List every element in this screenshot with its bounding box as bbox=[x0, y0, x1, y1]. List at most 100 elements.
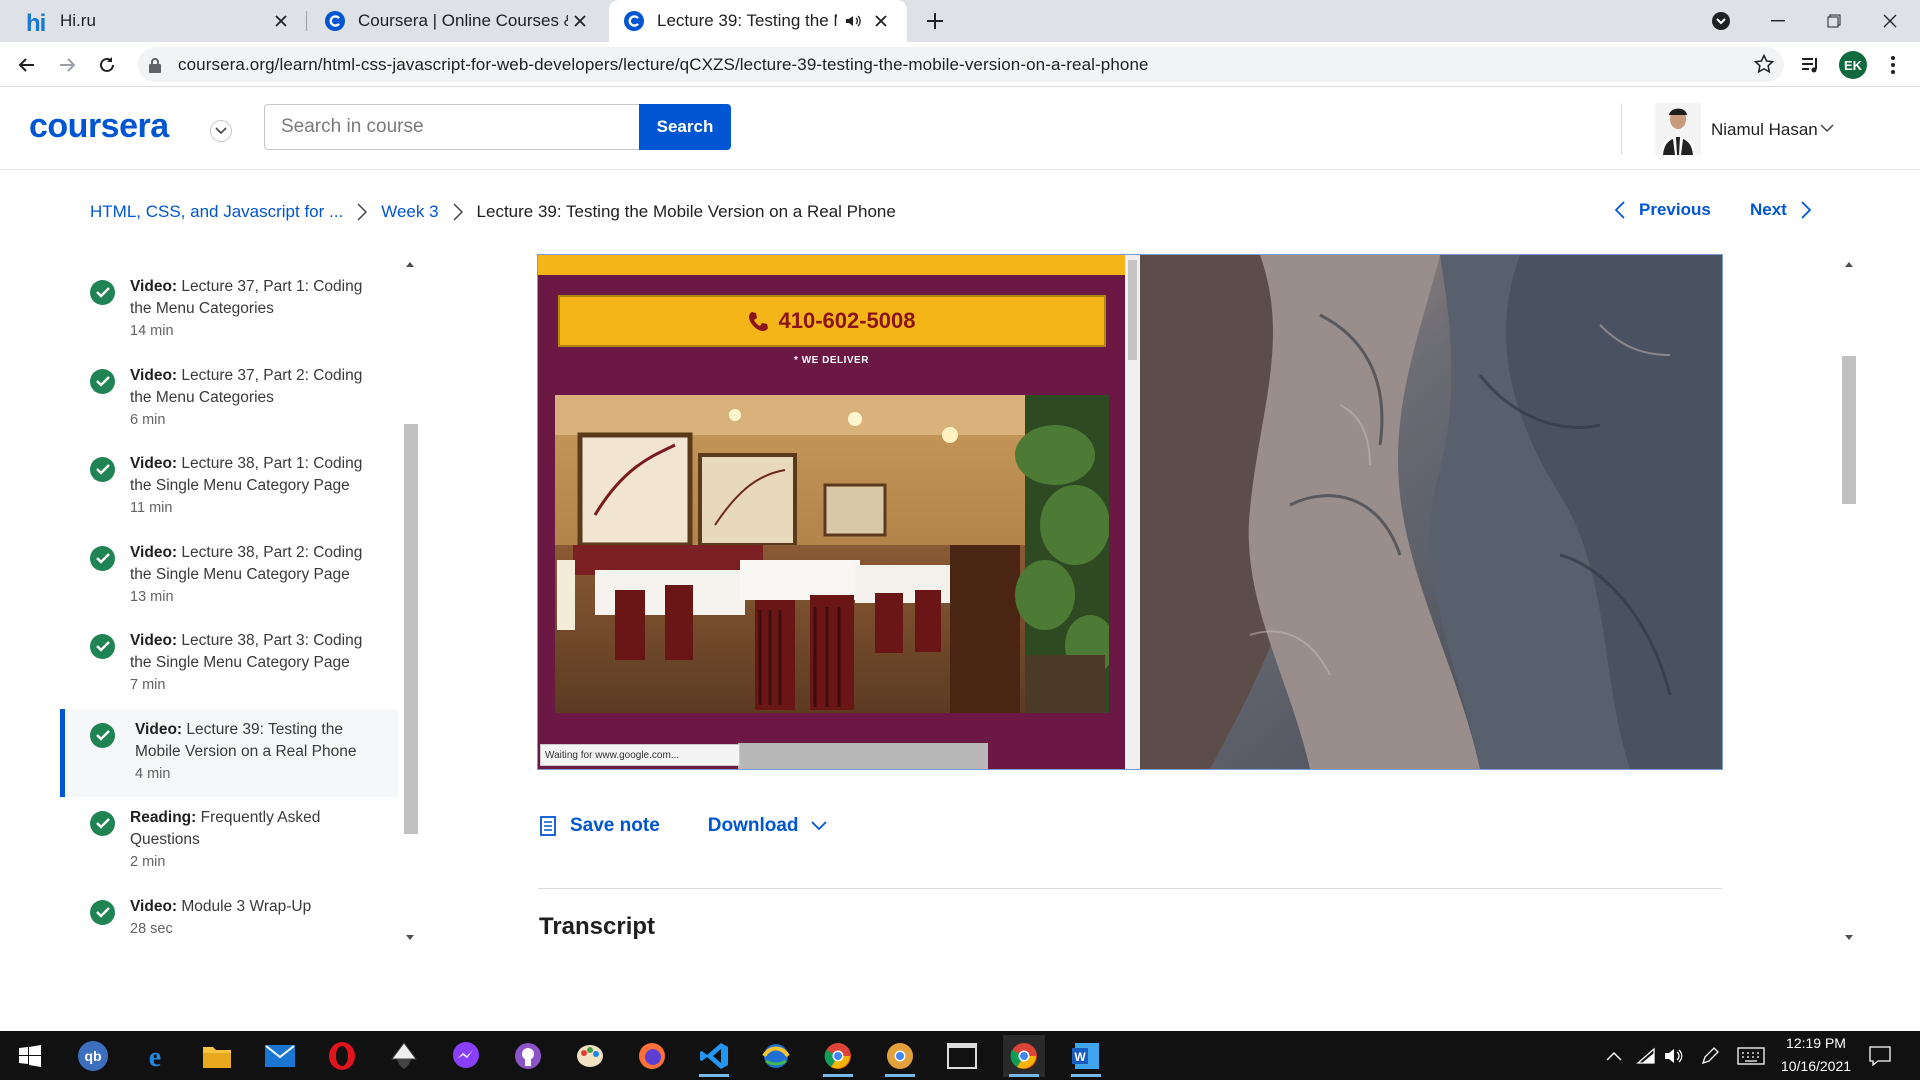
browser-menu-icon[interactable] bbox=[1878, 50, 1908, 80]
search-button[interactable]: Search bbox=[639, 104, 731, 150]
mail-icon[interactable] bbox=[259, 1035, 301, 1077]
previous-label: Previous bbox=[1639, 200, 1711, 219]
divider bbox=[538, 888, 1722, 889]
sidebar-item-lecture-38-part-2[interactable]: Video: Lecture 38, Part 2: Coding the Si… bbox=[60, 542, 398, 605]
breadcrumb: HTML, CSS, and Javascript for ... Week 3… bbox=[90, 200, 896, 224]
sidebar-scrollbar-thumb[interactable] bbox=[404, 424, 418, 834]
file-explorer-icon[interactable] bbox=[196, 1035, 238, 1077]
media-control-icon[interactable] bbox=[1796, 50, 1826, 80]
chevron-down-icon[interactable] bbox=[210, 120, 232, 142]
check-circle-icon bbox=[90, 546, 115, 571]
messenger-icon[interactable] bbox=[445, 1035, 487, 1077]
breadcrumb-course-link[interactable]: HTML, CSS, and Javascript for ... bbox=[90, 202, 343, 222]
tab-separator bbox=[306, 11, 307, 31]
sidebar-item-faq-reading[interactable]: Reading: Frequently Asked Questions 2 mi… bbox=[60, 807, 398, 870]
tab-title: Coursera | Online Courses & Cre bbox=[358, 11, 568, 30]
chrome-canary-icon[interactable] bbox=[879, 1035, 921, 1077]
lecture-actions: Save note Download bbox=[540, 815, 827, 837]
sidebar-item-title: Video: Lecture 37, Part 1: Coding the Me… bbox=[130, 278, 363, 317]
sidebar-item-duration: 13 min bbox=[130, 589, 174, 605]
sidebar-item-duration: 2 min bbox=[130, 854, 166, 870]
keyboard-icon[interactable] bbox=[1731, 1035, 1771, 1077]
close-icon[interactable] bbox=[568, 9, 592, 33]
sidebar-item-lecture-37-part-2[interactable]: Video: Lecture 37, Part 2: Coding the Me… bbox=[60, 365, 398, 428]
save-note-label: Save note bbox=[570, 815, 660, 836]
browser-profile-avatar[interactable]: EK bbox=[1839, 51, 1867, 79]
word-icon[interactable]: W bbox=[1065, 1035, 1107, 1077]
forward-icon[interactable] bbox=[52, 50, 82, 80]
tab-lecture-39[interactable]: Lecture 39: Testing the Mobil bbox=[609, 0, 907, 42]
close-icon[interactable] bbox=[269, 9, 293, 33]
next-button[interactable]: Next bbox=[1750, 200, 1811, 220]
minimize-icon[interactable] bbox=[1750, 0, 1806, 42]
terminal-icon[interactable] bbox=[941, 1035, 983, 1077]
start-icon[interactable] bbox=[9, 1035, 51, 1077]
avatar[interactable] bbox=[1655, 103, 1701, 155]
sidebar-item-duration: 6 min bbox=[130, 412, 166, 428]
search-input[interactable] bbox=[264, 104, 639, 150]
edge-icon[interactable]: e bbox=[134, 1035, 176, 1077]
firefox-icon[interactable] bbox=[631, 1035, 673, 1077]
clock-time[interactable]: 12:19 PM bbox=[1776, 1035, 1856, 1051]
speaker-icon[interactable] bbox=[845, 14, 861, 28]
phone-bottom-bar bbox=[738, 743, 988, 769]
volume-icon[interactable] bbox=[1656, 1035, 1692, 1077]
tab-coursera[interactable]: Coursera | Online Courses & Cre bbox=[310, 0, 606, 42]
sidebar-item-lecture-38-part-1[interactable]: Video: Lecture 38, Part 1: Coding the Si… bbox=[60, 453, 398, 516]
sidebar-item-lecture-39[interactable]: Video: Lecture 39: Testing the Mobile Ve… bbox=[60, 709, 398, 797]
tab-search-icon[interactable] bbox=[1693, 0, 1749, 42]
download-button[interactable]: Download bbox=[708, 815, 827, 837]
new-tab-button[interactable] bbox=[920, 6, 950, 36]
vscode-icon[interactable] bbox=[693, 1035, 735, 1077]
main-scrollbar-thumb[interactable] bbox=[1842, 356, 1856, 504]
chrome-profile-icon[interactable] bbox=[1003, 1035, 1045, 1077]
chevron-right-icon bbox=[357, 203, 368, 221]
phone-screen-capture: 410-602-5008 * WE DELIVER Waiting for ww… bbox=[538, 255, 1125, 769]
pen-icon[interactable] bbox=[1692, 1035, 1728, 1077]
bookmark-star-icon[interactable] bbox=[1754, 54, 1774, 74]
check-circle-icon bbox=[90, 280, 115, 305]
we-deliver-label: * WE DELIVER bbox=[794, 355, 869, 366]
opera-icon[interactable] bbox=[321, 1035, 363, 1077]
sidebar-item-lecture-37-part-1[interactable]: Video: Lecture 37, Part 1: Coding the Me… bbox=[60, 276, 398, 339]
back-icon[interactable] bbox=[12, 50, 42, 80]
chevron-down-icon[interactable] bbox=[1820, 124, 1834, 133]
previous-button[interactable]: Previous bbox=[1615, 200, 1711, 220]
sidebar-item-duration: 7 min bbox=[130, 677, 166, 693]
qbittorrent-icon[interactable]: qb bbox=[72, 1035, 114, 1077]
address-bar[interactable]: coursera.org/learn/html-css-javascript-f… bbox=[138, 47, 1784, 82]
clock-date[interactable]: 10/16/2021 bbox=[1772, 1058, 1860, 1074]
transcript-heading: Transcript bbox=[539, 913, 656, 940]
inkscape-icon[interactable] bbox=[383, 1035, 425, 1077]
paint-icon[interactable] bbox=[569, 1035, 611, 1077]
notifications-icon[interactable] bbox=[1860, 1035, 1900, 1077]
window-close-icon[interactable] bbox=[1862, 0, 1918, 42]
close-icon[interactable] bbox=[869, 9, 893, 33]
svg-text:e: e bbox=[149, 1042, 161, 1071]
restaurant-photo bbox=[555, 395, 1109, 713]
user-name[interactable]: Niamul Hasan bbox=[1711, 120, 1818, 140]
sidebar-item-title: Reading: Frequently Asked Questions bbox=[130, 809, 321, 848]
sidebar-item-module-3-wrap-up[interactable]: Video: Module 3 Wrap-Up 28 sec bbox=[60, 896, 398, 937]
check-circle-icon bbox=[90, 811, 115, 836]
sidebar-item-lecture-38-part-3[interactable]: Video: Lecture 38, Part 3: Coding the Si… bbox=[60, 630, 398, 693]
restore-icon[interactable] bbox=[1806, 0, 1862, 42]
reload-icon[interactable] bbox=[92, 50, 122, 80]
phone-number: 410-602-5008 bbox=[778, 308, 916, 333]
app-icon[interactable] bbox=[755, 1035, 797, 1077]
github-desktop-icon[interactable] bbox=[507, 1035, 549, 1077]
sidebar-item-duration: 11 min bbox=[130, 500, 173, 516]
next-label: Next bbox=[1750, 200, 1787, 219]
chrome-icon[interactable] bbox=[817, 1035, 859, 1077]
coursera-logo[interactable]: coursera bbox=[29, 107, 169, 146]
svg-text:W: W bbox=[1074, 1050, 1086, 1064]
check-circle-icon bbox=[90, 900, 115, 925]
phone-icon bbox=[748, 310, 770, 332]
tab-hi-ru[interactable]: hi Hi.ru bbox=[12, 0, 307, 42]
breadcrumb-week-link[interactable]: Week 3 bbox=[381, 202, 438, 222]
browser-toolbar: coursera.org/learn/html-css-javascript-f… bbox=[0, 42, 1920, 87]
save-note-button[interactable]: Save note bbox=[540, 815, 660, 837]
video-player[interactable]: 410-602-5008 * WE DELIVER Waiting for ww… bbox=[537, 254, 1723, 770]
site-header: coursera Search Niamul Hasan bbox=[0, 87, 1920, 170]
lock-icon[interactable] bbox=[148, 57, 166, 73]
